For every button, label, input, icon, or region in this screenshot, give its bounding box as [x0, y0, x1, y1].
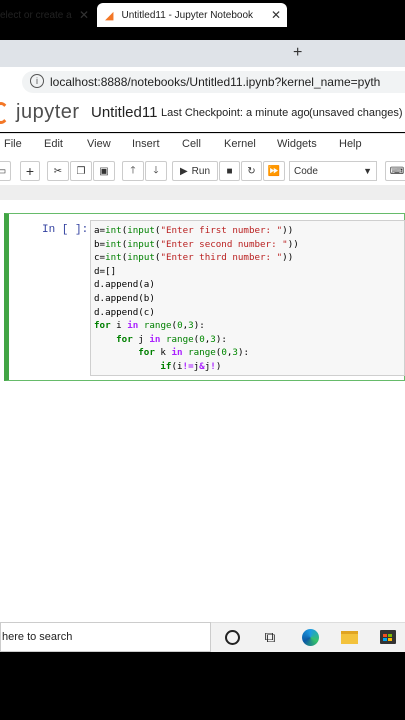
run-button[interactable]: ▶ Run	[172, 161, 218, 181]
close-icon[interactable]: ✕	[271, 8, 281, 22]
cortana-icon[interactable]	[222, 627, 242, 647]
close-icon[interactable]: ✕	[79, 8, 89, 22]
menu-insert[interactable]: Insert	[132, 138, 160, 150]
run-label: Run	[191, 165, 211, 177]
menu-help[interactable]: Help	[339, 138, 362, 150]
play-icon: ▶	[179, 165, 188, 177]
save-icon: ▭	[0, 165, 7, 177]
cell-prompt: In [ ]:	[42, 224, 89, 236]
autosave-status: (unsaved changes)	[309, 107, 403, 119]
restart-button[interactable]: ↻	[241, 161, 262, 181]
arrow-up-icon: 🡑	[130, 164, 136, 176]
menu-view[interactable]: View	[87, 138, 111, 150]
checkpoint-status: Last Checkpoint: a minute ago	[161, 107, 310, 119]
move-up-button[interactable]: 🡑	[122, 161, 144, 181]
bottom-black-bar	[0, 652, 405, 720]
arrow-down-icon: 🡓	[153, 164, 159, 176]
save-button[interactable]: ▭	[0, 161, 11, 181]
copy-icon: ❐	[76, 165, 86, 177]
menu-widgets[interactable]: Widgets	[277, 138, 317, 150]
new-tab-icon[interactable]: +	[293, 44, 302, 62]
cut-button[interactable]: ✂	[47, 161, 69, 181]
jupyter-logo-text[interactable]: jupyter	[16, 101, 80, 124]
store-icon[interactable]	[378, 627, 398, 647]
plus-icon: +	[25, 163, 35, 179]
menu-file[interactable]: File	[4, 138, 22, 150]
browser-tab-notebook[interactable]: ◢ Untitled11 - Jupyter Notebook ✕	[97, 3, 287, 27]
menu-kernel[interactable]: Kernel	[224, 138, 256, 150]
copy-button[interactable]: ❐	[70, 161, 92, 181]
task-view-icon[interactable]: ⧉	[260, 627, 280, 647]
jupyter-favicon-icon: ◢	[105, 9, 114, 22]
keyboard-icon: ⌨	[389, 165, 405, 177]
paste-button[interactable]: ▣	[93, 161, 115, 181]
move-down-button[interactable]: 🡓	[145, 161, 167, 181]
site-info-icon[interactable]: i	[30, 74, 44, 88]
chevron-down-icon: ▼	[363, 166, 372, 176]
restart-icon: ↻	[247, 165, 256, 177]
tab-label: Untitled11 - Jupyter Notebook	[121, 9, 254, 21]
interrupt-button[interactable]: ■	[219, 161, 240, 181]
edge-browser-icon[interactable]	[300, 627, 320, 647]
file-explorer-icon[interactable]	[339, 627, 359, 647]
browser-tab-select[interactable]: elect or create a ✕	[0, 3, 95, 27]
scissors-icon: ✂	[53, 165, 63, 177]
taskbar-search-box[interactable]: here to search	[0, 622, 211, 652]
command-palette-button[interactable]: ⌨	[385, 161, 405, 181]
notebook-title[interactable]: Untitled11	[91, 104, 157, 121]
tab-label: elect or create a	[0, 9, 72, 21]
search-placeholder: here to search	[2, 631, 73, 643]
cell-type-value: Code	[294, 165, 318, 177]
paste-icon: ▣	[99, 165, 109, 177]
menu-edit[interactable]: Edit	[44, 138, 63, 150]
insert-cell-button[interactable]: +	[20, 161, 40, 181]
browser-tab-strip	[0, 40, 405, 67]
address-bar[interactable]: localhost:8888/notebooks/Untitled11.ipyn…	[22, 71, 405, 93]
cell-type-select[interactable]: Code ▼	[289, 161, 377, 181]
code-text[interactable]: a=int(input("Enter first number: ")) b=i…	[94, 224, 299, 374]
restart-run-all-button[interactable]: ⏩	[263, 161, 285, 181]
menu-cell[interactable]: Cell	[182, 138, 201, 150]
stop-icon: ■	[226, 165, 233, 177]
fast-forward-icon: ⏩	[267, 165, 281, 177]
